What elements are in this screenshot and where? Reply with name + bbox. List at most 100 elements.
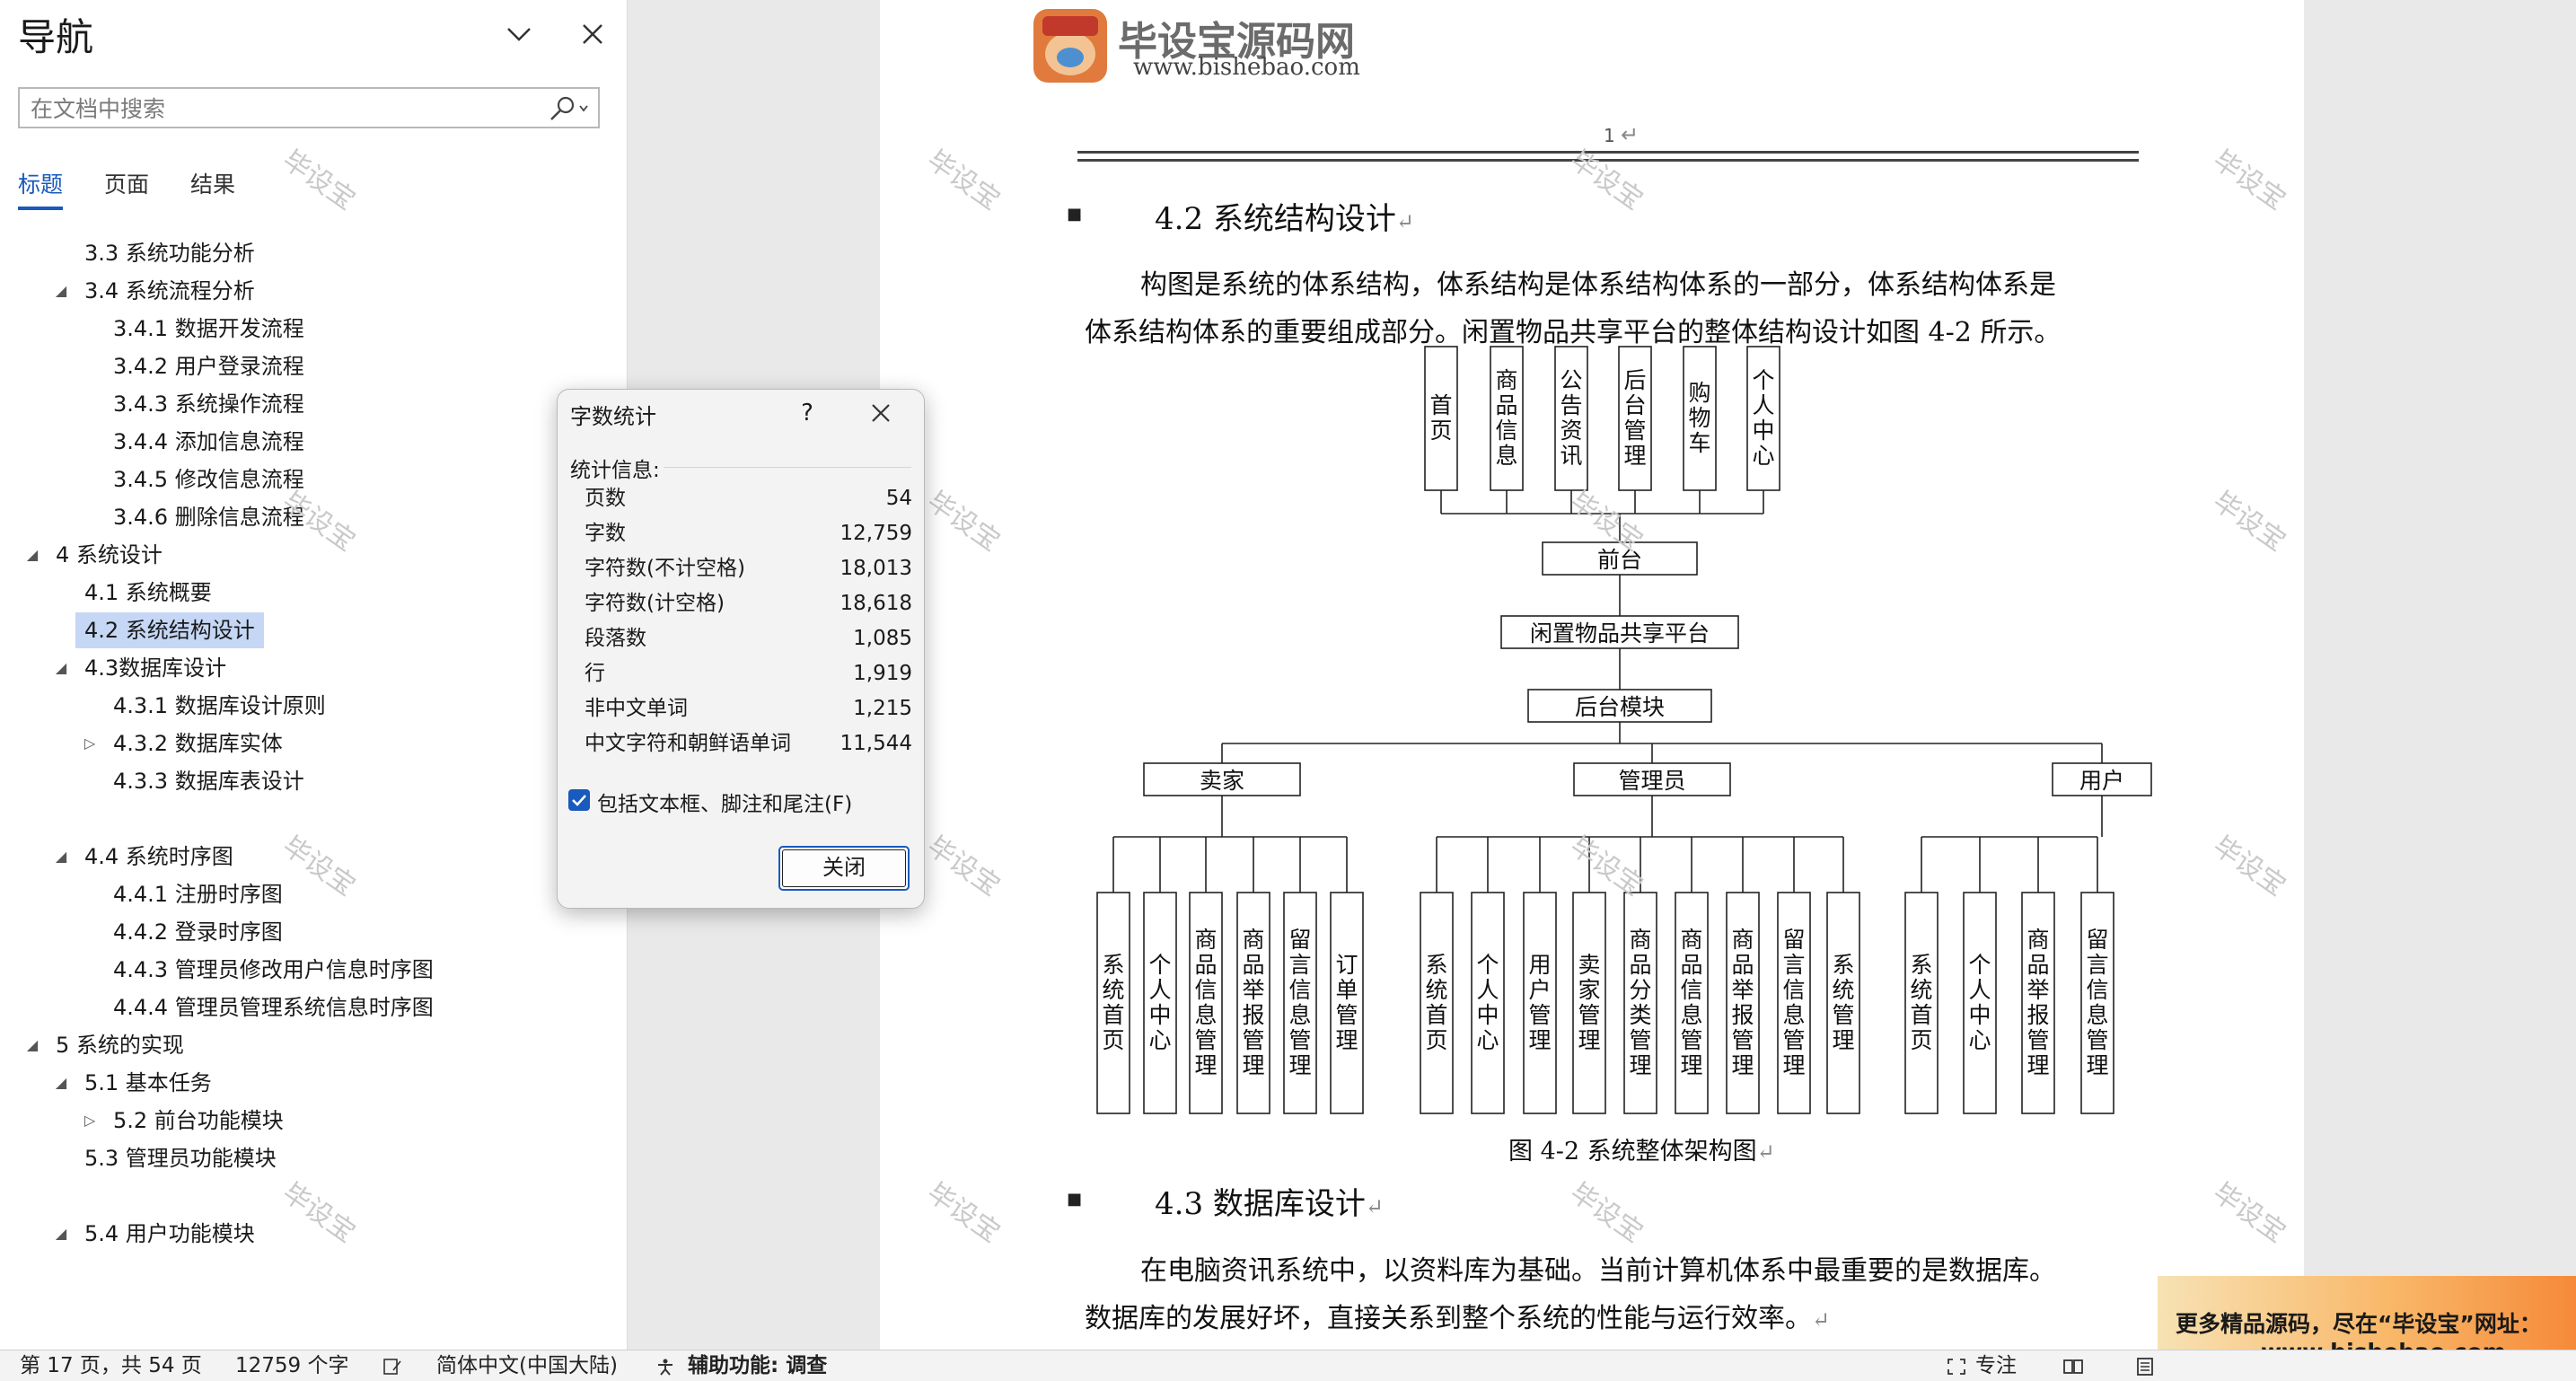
outline-item-label: 4.4.3 管理员修改用户信息时序图 xyxy=(113,957,434,982)
outline-item[interactable]: 3.4.4 添加信息流程 xyxy=(0,424,627,460)
role-module-label: 系统首页 xyxy=(1425,952,1447,1053)
language-status[interactable]: 简体中文(中国大陆) xyxy=(436,1350,618,1381)
vertical-char: 人 xyxy=(1476,977,1499,1003)
expand-triangle-icon[interactable]: ◢ xyxy=(23,1027,41,1063)
close-icon[interactable] xyxy=(863,395,899,431)
tab-headings[interactable]: 标题 xyxy=(18,167,63,199)
vertical-char: 报 xyxy=(2027,1002,2049,1028)
outline-item-label: 5.1 基本任务 xyxy=(84,1070,212,1095)
statistic-row: 行 1,919 xyxy=(585,656,912,690)
vertical-char: 中 xyxy=(1752,418,1774,444)
outline-item[interactable]: 3.4.2 用户登录流程 xyxy=(0,348,627,384)
read-mode-icon[interactable] xyxy=(2063,1358,2083,1376)
outline-item[interactable]: ▷ 4.3.2 数据库实体 xyxy=(0,726,627,761)
vertical-char: 系 xyxy=(1910,952,1932,978)
expand-triangle-icon[interactable]: ◢ xyxy=(52,839,70,875)
paragraph-2-line-1: 在电脑资讯系统中，以资料库为基础。当前计算机体系中最重要的是数据库。 xyxy=(1140,1255,2056,1287)
heading-bullet-icon: ■ xyxy=(1067,1190,1083,1209)
vertical-char: 心 xyxy=(1968,1027,1991,1053)
figure-caption: 图 4-2 系统整体架构图↵ xyxy=(1508,1131,1775,1166)
outline-item-label xyxy=(75,1178,93,1214)
vertical-char: 商 xyxy=(1731,927,1754,953)
outline-item[interactable]: ◢ 5 系统的实现 xyxy=(0,1027,627,1063)
outline-item[interactable]: 4.3.1 数据库设计原则 xyxy=(0,688,627,724)
close-button[interactable]: 关闭 xyxy=(778,846,910,891)
outline-item[interactable]: 4.3.3 数据库表设计 xyxy=(0,763,627,799)
vertical-char: 信 xyxy=(1782,977,1805,1003)
outline-item[interactable]: ▷ 5.2 前台功能模块 xyxy=(0,1103,627,1139)
search-input[interactable] xyxy=(29,93,553,124)
vertical-char: 息 xyxy=(1680,1002,1702,1028)
outline-item[interactable]: ◢ 5.1 基本任务 xyxy=(0,1065,627,1101)
outline-item-label xyxy=(75,801,93,837)
vertical-char: 品 xyxy=(2027,952,2049,978)
figure-caption-text: 图 4-2 系统整体架构图 xyxy=(1508,1138,1757,1165)
expand-triangle-icon[interactable]: ◢ xyxy=(52,1216,70,1252)
accessibility-status[interactable]: 辅助功能: 调查 xyxy=(688,1350,827,1381)
role-module-label: 系统管理 xyxy=(1832,952,1854,1053)
word-count-status[interactable]: 12759 个字 xyxy=(235,1350,348,1381)
expand-triangle-icon[interactable]: ◢ xyxy=(23,537,41,573)
close-icon[interactable] xyxy=(575,16,611,52)
tab-results[interactable]: 结果 xyxy=(190,167,235,199)
heading-4-2-text: 4.2 系统结构设计 xyxy=(1155,201,1396,237)
outline-item[interactable]: 4.4.3 管理员修改用户信息时序图 xyxy=(0,952,627,988)
outline-item[interactable]: 4.2 系统结构设计 xyxy=(0,612,627,648)
expand-triangle-icon[interactable]: ◢ xyxy=(52,1065,70,1101)
outline-item[interactable]: 3.3 系统功能分析 xyxy=(0,235,627,271)
vertical-char: 心 xyxy=(1476,1027,1499,1053)
outline-item[interactable]: ◢ 4 系统设计 xyxy=(0,537,627,573)
outline-item[interactable]: 4.4.4 管理员管理系统信息时序图 xyxy=(0,990,627,1025)
vertical-char: 管 xyxy=(1335,1002,1358,1028)
include-textboxes-label[interactable]: 包括文本框、脚注和尾注(F) xyxy=(597,787,852,817)
expand-triangle-icon[interactable]: ◢ xyxy=(52,650,70,686)
vertical-char: 留 xyxy=(2086,927,2108,953)
statistic-value: 54 xyxy=(885,487,912,510)
tab-pages[interactable]: 页面 xyxy=(104,167,149,199)
vertical-char: 卖 xyxy=(1578,952,1600,978)
print-layout-icon[interactable] xyxy=(2135,1358,2155,1376)
statistic-row: 非中文单词 1,215 xyxy=(585,691,912,726)
focus-mode-icon[interactable] xyxy=(1947,1358,1966,1376)
vertical-char: 言 xyxy=(1288,952,1311,978)
collapse-triangle-icon[interactable]: ▷ xyxy=(81,1103,99,1139)
proofing-icon[interactable] xyxy=(382,1358,402,1376)
help-button[interactable]: ? xyxy=(789,395,825,431)
word-count-dialog[interactable]: 字数统计 ? 统计信息: 页数 54 字数 12,759 字符数(不计空格) 18,013… xyxy=(557,389,925,909)
outline-item-label: 5.3 管理员功能模块 xyxy=(84,1146,277,1171)
system-architecture-diagram: 首页商品信息公告资讯后台管理购物车个人中心前台闲置物品共享平台后台模块卖家系统首… xyxy=(1096,346,2152,1114)
statistic-value: 1,919 xyxy=(853,662,912,685)
outline-item[interactable]: 3.4.3 系统操作流程 xyxy=(0,386,627,422)
outline-item-label: 4.4.2 登录时序图 xyxy=(113,919,283,945)
expand-triangle-icon[interactable]: ◢ xyxy=(52,273,70,309)
statistic-value: 1,085 xyxy=(853,627,912,650)
vertical-char: 理 xyxy=(1623,443,1646,469)
vertical-char: 首 xyxy=(1102,1002,1124,1028)
vertical-char: 户 xyxy=(1528,977,1551,1003)
outline-item[interactable]: 5.3 管理员功能模块 xyxy=(0,1140,627,1176)
page-count-status[interactable]: 第 17 页，共 54 页 xyxy=(20,1350,202,1381)
chevron-down-icon[interactable] xyxy=(501,16,537,52)
role-module-label: 留言信息管理 xyxy=(2086,927,2108,1078)
focus-mode-label[interactable]: 专注 xyxy=(1975,1350,2017,1381)
vertical-char: 资 xyxy=(1560,418,1582,444)
role-module-label: 商品举报管理 xyxy=(1731,927,1754,1078)
outline-item-label: 5.2 前台功能模块 xyxy=(113,1108,284,1133)
collapse-triangle-icon[interactable]: ▷ xyxy=(81,726,99,761)
outline-item[interactable]: ◢ 4.3数据库设计 xyxy=(0,650,627,686)
outline-item[interactable]: 4.4.2 登录时序图 xyxy=(0,914,627,950)
outline-item[interactable]: 3.4.1 数据开发流程 xyxy=(0,311,627,347)
front-module-label: 公告资讯 xyxy=(1560,367,1582,469)
accessibility-icon[interactable] xyxy=(655,1358,675,1376)
search-icon[interactable] xyxy=(544,94,593,123)
outline-item-label: 4.4 系统时序图 xyxy=(84,844,233,869)
paragraph-mark: ↵ xyxy=(1621,122,1640,147)
front-module-label: 商品信息 xyxy=(1495,367,1517,469)
include-textboxes-checkbox[interactable] xyxy=(568,789,590,811)
vertical-char: 个 xyxy=(1752,367,1774,393)
outline-item[interactable]: 4.1 系统概要 xyxy=(0,575,627,611)
paragraph-2-line-2: 数据库的发展好坏，直接关系到整个系统的性能与运行效率。↵ xyxy=(1085,1296,1830,1335)
outline-item[interactable] xyxy=(0,801,627,837)
outline-item[interactable]: ◢ 3.4 系统流程分析 xyxy=(0,273,627,309)
paragraph-mark: ↵ xyxy=(1812,1307,1831,1333)
